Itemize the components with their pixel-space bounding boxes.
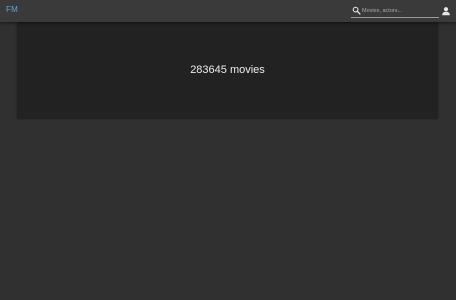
search-icon [352, 6, 361, 15]
search-input[interactable] [362, 4, 436, 17]
movie-count: 283645 movies [190, 64, 265, 76]
movie-count-banner: 283645 movies [17, 22, 438, 118]
search-box[interactable] [351, 4, 439, 18]
top-app-bar: FM [0, 0, 456, 22]
app-logo[interactable]: FM [6, 5, 18, 14]
account-icon[interactable] [441, 6, 451, 16]
